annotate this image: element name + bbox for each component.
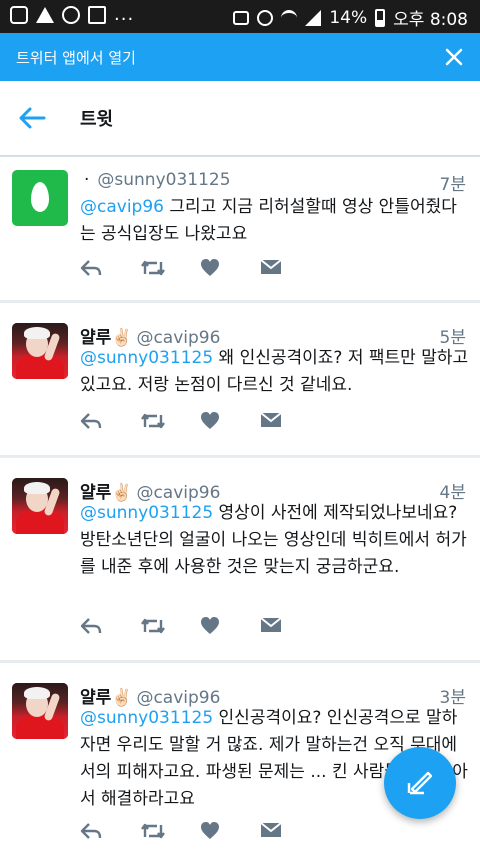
reply-icon	[80, 260, 102, 276]
open-in-app-label[interactable]: 트위터 앱에서 열기	[16, 47, 136, 68]
retweet-button[interactable]	[140, 411, 200, 433]
like-icon	[201, 617, 219, 634]
tweet-text: @sunny031125 영상이 사전에 제작되었나보네요? 방탄소년단의 얼굴…	[80, 503, 467, 577]
reply-icon	[80, 413, 102, 429]
signal-icon	[305, 9, 322, 26]
mention-link[interactable]: @cavip96	[80, 197, 164, 217]
reply-button[interactable]	[80, 821, 140, 843]
like-icon	[201, 412, 219, 429]
reply-button[interactable]	[80, 411, 140, 433]
retweet-icon	[141, 413, 165, 429]
wifi-icon	[281, 9, 298, 26]
avatar[interactable]	[12, 683, 68, 739]
clock: 오후 8:08	[393, 10, 468, 30]
direct-message-icon	[260, 412, 282, 427]
reply-icon	[80, 618, 102, 634]
like-button[interactable]	[200, 258, 260, 280]
direct-message-icon	[260, 259, 282, 274]
tweet-text: @cavip96 그리고 지금 리허설할때 영상 안틀어줬다는 공식입장도 나왔…	[80, 197, 457, 244]
like-icon	[201, 259, 219, 276]
tweet[interactable]: · @sunny031125 7분 @cavip96 그리고 지금 리허설할때 영…	[0, 157, 480, 300]
battery-icon	[375, 8, 386, 27]
page-header: 트윗	[0, 81, 480, 156]
tweet-text: @sunny031125 왜 인신공격이죠? 저 팩트만 말하고 있고요. 저랑…	[80, 348, 469, 395]
battery-percent: 14%	[329, 7, 368, 28]
avatar[interactable]	[12, 323, 68, 379]
reply-button[interactable]	[80, 258, 140, 280]
page-title: 트윗	[80, 109, 114, 130]
status-bar: ... 14% 오후 8:08	[0, 0, 480, 33]
more-notifications: ...	[114, 4, 135, 25]
retweet-icon	[141, 260, 165, 276]
compose-tweet-icon	[407, 771, 433, 795]
image-icon	[88, 6, 106, 24]
close-icon[interactable]	[442, 45, 466, 69]
alarm-icon	[257, 9, 274, 26]
reply-icon	[80, 823, 102, 839]
like-button[interactable]	[200, 821, 260, 843]
name-separator: ·	[84, 170, 90, 190]
like-icon	[201, 822, 219, 839]
tweet-actions	[80, 411, 320, 433]
retweet-button[interactable]	[140, 821, 200, 843]
direct-message-button[interactable]	[260, 616, 320, 638]
mention-link[interactable]: @sunny031125	[80, 348, 213, 368]
back-arrow-icon[interactable]	[18, 106, 46, 130]
direct-message-button[interactable]	[260, 258, 320, 280]
sync-icon	[62, 6, 80, 24]
direct-message-button[interactable]	[260, 821, 320, 843]
tweet-actions	[80, 821, 320, 843]
tweet[interactable]: 얄루✌🏻 @cavip96 5분 @sunny031125 왜 인신공격이죠? 저…	[0, 303, 480, 455]
direct-message-icon	[260, 617, 282, 632]
retweet-icon	[141, 823, 165, 839]
avatar[interactable]	[12, 170, 68, 226]
direct-message-button[interactable]	[260, 411, 320, 433]
mention-link[interactable]: @sunny031125	[80, 503, 213, 523]
reply-button[interactable]	[80, 616, 140, 638]
open-in-app-banner[interactable]: 트위터 앱에서 열기	[0, 33, 480, 81]
compose-tweet-button[interactable]	[384, 747, 456, 819]
tweet-author[interactable]: · @sunny031125	[80, 170, 231, 190]
warning-icon	[36, 7, 54, 23]
like-button[interactable]	[200, 411, 260, 433]
direct-message-icon	[260, 822, 282, 837]
tweet-actions	[80, 616, 320, 638]
retweet-button[interactable]	[140, 258, 200, 280]
like-button[interactable]	[200, 616, 260, 638]
mute-icon	[233, 10, 250, 25]
tweet[interactable]: 얄루✌🏻 @cavip96 4분 @sunny031125 영상이 사전에 제작되…	[0, 458, 480, 660]
tweet-time[interactable]: 7분	[440, 170, 466, 195]
user-handle[interactable]: @sunny031125	[97, 170, 230, 190]
tweet-actions	[80, 258, 320, 280]
avatar[interactable]	[12, 478, 68, 534]
usb-icon	[10, 6, 28, 24]
mention-link[interactable]: @sunny031125	[80, 708, 213, 728]
retweet-icon	[141, 618, 165, 634]
retweet-button[interactable]	[140, 616, 200, 638]
